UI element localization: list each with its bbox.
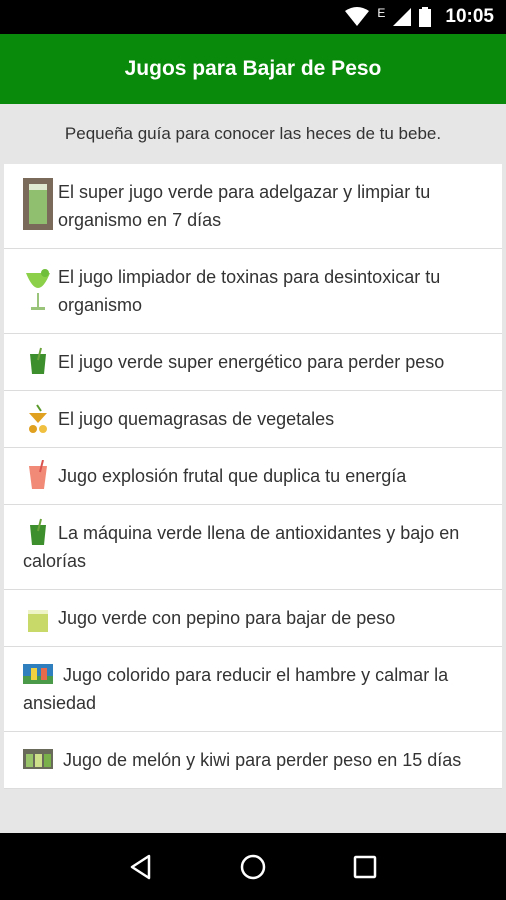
back-button[interactable]	[121, 847, 161, 887]
back-triangle-icon	[130, 854, 151, 879]
home-circle-icon	[240, 854, 266, 879]
recipe-list: El super jugo verde para adelgazar y lim…	[4, 164, 502, 789]
vegetable-juice-icon	[29, 404, 47, 433]
home-button[interactable]	[233, 847, 273, 887]
battery-icon	[419, 7, 432, 27]
item-label: Jugo colorido para reducir el hambre y c…	[23, 665, 449, 713]
content: Pequeña guía para conocer las heces de t…	[0, 104, 506, 833]
list-item[interactable]: El jugo limpiador de toxinas para desint…	[4, 249, 502, 334]
list-item[interactable]: La máquina verde llena de antioxidantes …	[4, 505, 502, 590]
item-label: El jugo quemagrasas de vegetales	[58, 409, 335, 429]
green-juice-glass-icon	[23, 178, 53, 230]
fruit-smoothie-icon	[29, 460, 47, 489]
app-title: Jugos para Bajar de Peso	[124, 57, 382, 80]
signal-icon	[393, 8, 412, 26]
item-label: El jugo limpiador de toxinas para desint…	[58, 267, 441, 315]
recents-square-icon	[353, 855, 377, 878]
melon-kiwi-juice-icon	[23, 749, 53, 769]
app-bar: Jugos para Bajar de Peso	[0, 34, 506, 104]
green-juice-cup-icon	[30, 518, 46, 545]
item-label: Jugo de melón y kiwi para perder peso en…	[63, 750, 462, 770]
list-item[interactable]: El jugo verde super energético para perd…	[4, 334, 502, 391]
recents-button[interactable]	[345, 847, 385, 887]
green-cocktail-glass-icon	[26, 269, 50, 310]
item-label: La máquina verde llena de antioxidantes …	[23, 523, 460, 571]
navigation-bar	[0, 833, 506, 900]
list-item[interactable]: Jugo colorido para reducir el hambre y c…	[4, 647, 502, 732]
subtitle: Pequeña guía para conocer las heces de t…	[64, 124, 442, 143]
clock: 10:05	[445, 6, 494, 27]
list-item[interactable]: Jugo explosión frutal que duplica tu ene…	[4, 448, 502, 505]
list-item[interactable]: Jugo de melón y kiwi para perder peso en…	[4, 732, 502, 789]
list-item[interactable]: El jugo quemagrasas de vegetales	[4, 391, 502, 448]
list-item[interactable]: El super jugo verde para adelgazar y lim…	[4, 164, 502, 249]
item-label: El super jugo verde para adelgazar y lim…	[58, 182, 431, 230]
colorful-juice-icon	[23, 664, 53, 684]
item-label: El jugo verde super energético para perd…	[58, 352, 445, 372]
item-label: Jugo verde con pepino para bajar de peso	[58, 608, 396, 628]
list-item[interactable]: Jugo verde con pepino para bajar de peso	[4, 590, 502, 647]
item-label: Jugo explosión frutal que duplica tu ene…	[58, 466, 407, 486]
status-bar: E 10:05	[0, 0, 506, 34]
wifi-icon	[345, 7, 370, 26]
green-juice-cup-icon	[30, 347, 46, 374]
cucumber-juice-icon	[28, 610, 48, 632]
network-type-label: E	[377, 6, 386, 20]
